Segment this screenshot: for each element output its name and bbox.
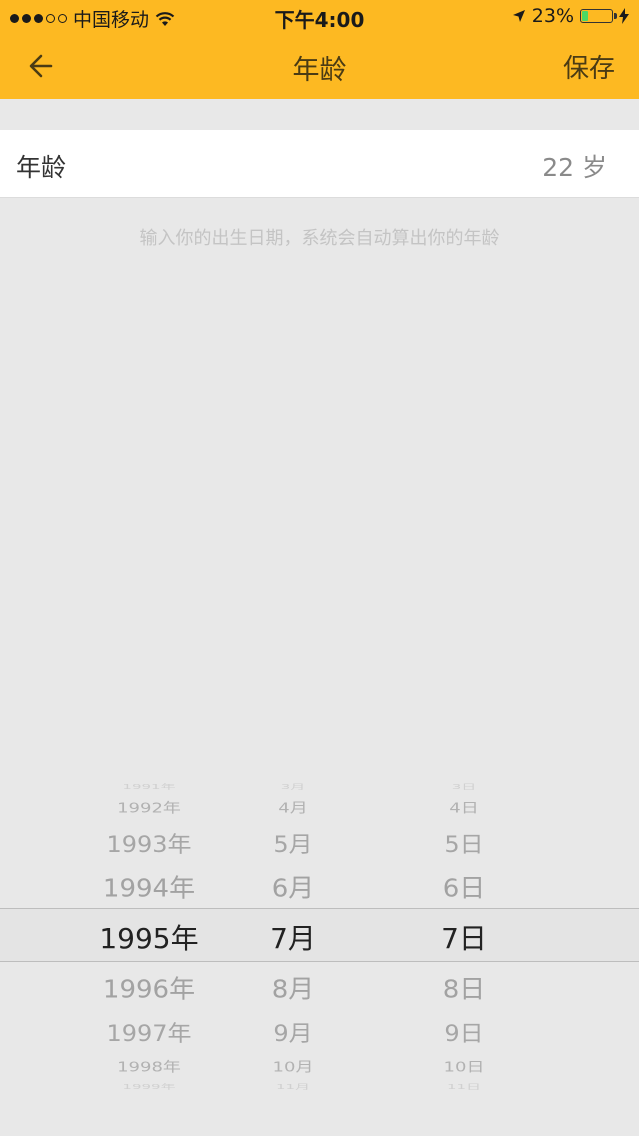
date-picker[interactable]: 1991年 1992年 1993年 1994年 1995年 1996年 1997年 1998年… [0, 770, 639, 1100]
day-option[interactable]: 10日 [364, 1056, 564, 1076]
selection-bottom-divider [0, 961, 639, 962]
header-bar: 中国移动 下午4:00 23% 年龄 保存 [0, 0, 639, 99]
age-label: 年龄 [16, 153, 67, 182]
day-option[interactable]: 4日 [364, 797, 564, 817]
selection-top-divider [0, 908, 639, 909]
day-option[interactable]: 11日 [364, 1082, 564, 1091]
battery-icon [580, 9, 617, 23]
page-title: 年龄 [292, 55, 347, 86]
save-button[interactable]: 保存 [563, 48, 615, 85]
status-bar: 中国移动 下午4:00 23% [0, 0, 639, 32]
month-option[interactable]: 9月 [193, 1015, 393, 1047]
age-value: 22 岁 [542, 153, 607, 182]
age-row[interactable]: 年龄 22 岁 [0, 130, 639, 198]
hint-text: 输入你的出生日期，系统会自动算出你的年龄 [139, 228, 500, 249]
month-option[interactable]: 3月 [193, 782, 393, 791]
day-option[interactable]: 3日 [364, 782, 564, 791]
month-option[interactable]: 6月 [193, 869, 393, 905]
day-option[interactable]: 6日 [364, 869, 564, 905]
battery-percent: 23% [531, 5, 574, 27]
month-option[interactable]: 5月 [193, 826, 393, 858]
day-option[interactable]: 8日 [364, 970, 564, 1006]
month-option[interactable]: 11月 [193, 1082, 393, 1091]
month-option[interactable]: 8月 [193, 970, 393, 1006]
navigation-bar: 年龄 保存 [0, 32, 639, 99]
day-option[interactable]: 5日 [364, 826, 564, 858]
month-option[interactable]: 10月 [193, 1056, 393, 1076]
location-arrow-icon [512, 10, 525, 22]
month-option[interactable]: 4月 [193, 797, 393, 817]
selected-month-option[interactable]: 7月 [193, 917, 393, 957]
day-option[interactable]: 9日 [364, 1015, 564, 1047]
selected-day-option[interactable]: 7日 [364, 917, 564, 957]
charging-bolt-icon [619, 8, 629, 24]
